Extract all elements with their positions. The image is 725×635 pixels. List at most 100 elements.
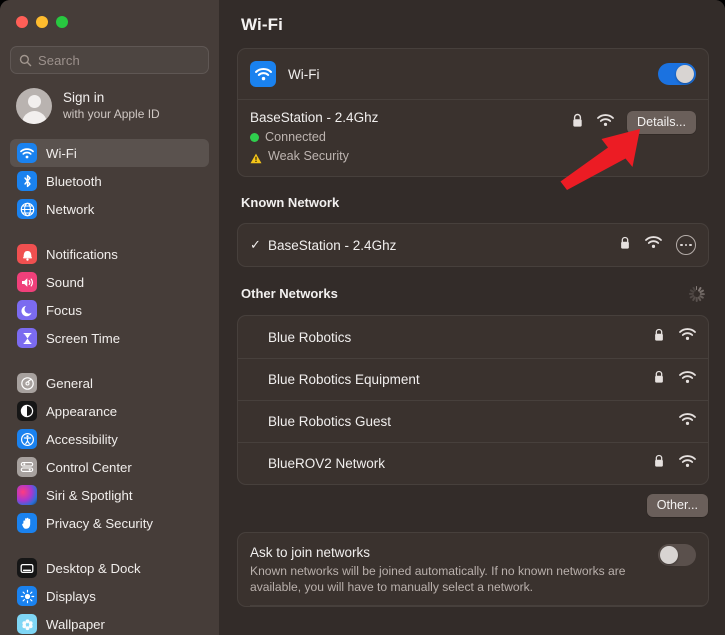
- close-button[interactable]: [16, 16, 28, 28]
- wifi-toggle[interactable]: [658, 63, 696, 85]
- search-icon: [19, 54, 32, 67]
- minimize-button[interactable]: [36, 16, 48, 28]
- sidebar-item-wifi[interactable]: Wi-Fi: [10, 139, 209, 167]
- known-network-name: BaseStation - 2.4Ghz: [268, 237, 397, 253]
- known-network-heading: Known Network: [237, 177, 709, 210]
- sidebar-item-label: Bluetooth: [46, 173, 102, 189]
- sidebar-item-label: Notifications: [46, 246, 118, 262]
- known-network-card: ✓ BaseStation - 2.4Ghz: [237, 223, 709, 267]
- apple-id-signin[interactable]: Sign in with your Apple ID: [10, 74, 209, 137]
- sidebar-item-label: Screen Time: [46, 330, 121, 346]
- sidebar-item-appearance[interactable]: Appearance: [10, 397, 209, 425]
- other-network-name: BlueROV2 Network: [268, 456, 386, 471]
- wifi-signal-icon: [679, 370, 696, 389]
- ask-to-join-title: Ask to join networks: [250, 545, 371, 560]
- other-network-name: Blue Robotics Guest: [268, 414, 392, 429]
- sidebar-item-desktop-dock[interactable]: Desktop & Dock: [10, 554, 209, 582]
- wifi-icon: [17, 143, 37, 163]
- signin-title: Sign in: [63, 90, 105, 105]
- sidebar-item-focus[interactable]: Focus: [10, 296, 209, 324]
- wifi-master-row: Wi-Fi: [238, 49, 708, 99]
- wifi-signal-icon: [679, 412, 696, 431]
- ask-to-join-description: Known networks will be joined automatica…: [250, 564, 626, 594]
- window-controls: [10, 0, 209, 38]
- divider: [250, 605, 708, 606]
- sidebar-item-label: Wallpaper: [46, 616, 105, 632]
- bluetooth-icon: [17, 171, 37, 191]
- lock-icon: [619, 236, 631, 255]
- sidebar-item-label: Displays: [46, 588, 96, 604]
- wifi-signal-icon: [679, 328, 696, 346]
- avatar: [16, 88, 52, 124]
- other-networks-heading: Other Networks: [237, 267, 709, 302]
- gear-icon: [17, 373, 37, 393]
- wallpaper-icon: [17, 614, 37, 634]
- sidebar-item-siri-spotlight[interactable]: Siri & Spotlight: [10, 481, 209, 509]
- lock-icon: [571, 113, 584, 133]
- sidebar-item-wallpaper[interactable]: Wallpaper: [10, 610, 209, 635]
- lock-icon: [653, 328, 665, 347]
- other-network-name: Blue Robotics Equipment: [268, 372, 420, 387]
- system-settings-window: Search Sign in with your Apple ID Wi-Fi …: [0, 0, 725, 635]
- connected-network-row: BaseStation - 2.4Ghz Connected Weak Secu…: [238, 99, 708, 176]
- sidebar-item-control-center[interactable]: Control Center: [10, 453, 209, 481]
- main-content: Wi-Fi Wi-Fi BaseStation - 2.4Ghz Connect…: [219, 0, 725, 635]
- sidebar: Search Sign in with your Apple ID Wi-Fi …: [0, 0, 219, 635]
- sidebar-item-network[interactable]: Network: [10, 195, 209, 223]
- lock-icon: [653, 454, 665, 473]
- sidebar-item-notifications[interactable]: Notifications: [10, 240, 209, 268]
- sidebar-item-label: Accessibility: [46, 431, 118, 447]
- wifi-master-label: Wi-Fi: [288, 66, 320, 82]
- search-input[interactable]: Search: [10, 46, 209, 74]
- desktop-icon: [17, 558, 37, 578]
- sidebar-group-network: Wi-Fi Bluetooth Network: [10, 137, 209, 223]
- moon-icon: [17, 300, 37, 320]
- hourglass-icon: [17, 328, 37, 348]
- sidebar-group-system: General Appearance Accessibility Control…: [10, 367, 209, 537]
- brightness-icon: [17, 586, 37, 606]
- more-options-icon[interactable]: [676, 235, 696, 255]
- sidebar-item-label: Desktop & Dock: [46, 560, 141, 576]
- spinner-icon: [688, 285, 705, 302]
- globe-icon: [17, 199, 37, 219]
- sidebar-item-label: General: [46, 375, 93, 391]
- other-network-row[interactable]: Blue Robotics Equipment: [238, 358, 708, 400]
- other-network-name: Blue Robotics: [268, 329, 352, 345]
- sidebar-item-displays[interactable]: Displays: [10, 582, 209, 610]
- signin-subtitle: with your Apple ID: [63, 107, 160, 121]
- connection-status: Connected: [250, 129, 571, 146]
- search-placeholder: Search: [38, 52, 80, 68]
- connection-status-label: Connected: [265, 130, 326, 144]
- accessibility-icon: [17, 429, 37, 449]
- sidebar-item-privacy-security[interactable]: Privacy & Security: [10, 509, 209, 537]
- sidebar-item-label: Control Center: [46, 459, 132, 475]
- other-network-row[interactable]: BlueROV2 Network: [238, 442, 708, 484]
- sidebar-item-sound[interactable]: Sound: [10, 268, 209, 296]
- sidebar-item-accessibility[interactable]: Accessibility: [10, 425, 209, 453]
- known-network-row[interactable]: ✓ BaseStation - 2.4Ghz: [238, 224, 708, 266]
- security-status: Weak Security: [250, 148, 571, 165]
- zoom-button[interactable]: [56, 16, 68, 28]
- details-button[interactable]: Details...: [627, 111, 696, 134]
- sidebar-group-alerts: Notifications Sound Focus Screen Time: [10, 238, 209, 352]
- other-networks-heading-label: Other Networks: [241, 286, 338, 301]
- status-dot-icon: [250, 133, 259, 142]
- sidebar-item-screen-time[interactable]: Screen Time: [10, 324, 209, 352]
- sidebar-item-label: Wi-Fi: [46, 145, 77, 161]
- other-network-row[interactable]: Blue Robotics Guest: [238, 400, 708, 442]
- bell-icon: [17, 244, 37, 264]
- ask-to-join-toggle[interactable]: [658, 544, 696, 566]
- other-network-row[interactable]: Blue Robotics: [238, 316, 708, 358]
- wifi-signal-icon: [679, 454, 696, 473]
- hand-icon: [17, 513, 37, 533]
- sidebar-item-bluetooth[interactable]: Bluetooth: [10, 167, 209, 195]
- known-network-heading-label: Known Network: [241, 195, 340, 210]
- sidebar-item-label: Sound: [46, 274, 85, 290]
- checkmark-icon: ✓: [250, 237, 261, 252]
- control-center-icon: [17, 457, 37, 477]
- connected-network-name: BaseStation - 2.4Ghz: [250, 110, 379, 125]
- lock-icon: [653, 370, 665, 389]
- sidebar-item-general[interactable]: General: [10, 369, 209, 397]
- wifi-signal-icon: [597, 113, 614, 132]
- other-button[interactable]: Other...: [646, 494, 708, 517]
